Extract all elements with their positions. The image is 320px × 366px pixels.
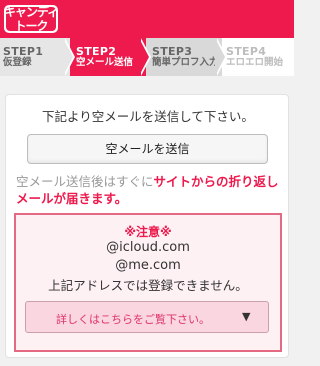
- step-4: STEP4 エロエロ開始: [222, 38, 294, 76]
- step-1-label: 仮登録: [3, 57, 32, 68]
- step-3: STEP3 簡単プロフ入力: [146, 38, 222, 76]
- step-2-current: STEP2 空メール送信: [70, 38, 146, 76]
- details-label: 詳しくはこちらをご覧下さい。: [56, 313, 210, 326]
- blocked-domain-icloud: @icloud.com: [106, 240, 190, 255]
- header-bar: キャンディ トーク: [0, 0, 294, 38]
- step-3-label: 簡単プロフ入力: [152, 57, 219, 68]
- warning-message: 上記アドレスでは登録できません。: [48, 278, 248, 293]
- step-1-number: STEP1: [3, 45, 44, 58]
- logo-line1: キャンディ: [3, 5, 59, 19]
- caret-down-icon: ▼: [242, 310, 251, 323]
- warning-title: ※注意※: [124, 225, 172, 239]
- site-logo[interactable]: キャンディ トーク: [3, 4, 59, 34]
- step-progress: STEP1 仮登録 STEP2 空メール送信 STEP3 簡単プロフ入力 STE…: [0, 38, 294, 76]
- reply-notice: 空メール送信後はすぐにサイトからの折り返しメールが届きます。: [16, 173, 282, 207]
- step-4-number: STEP4: [226, 45, 267, 58]
- step-2-label: 空メール送信: [76, 57, 134, 68]
- step-2-number: STEP2: [76, 45, 117, 58]
- send-empty-mail-button[interactable]: 空メールを送信: [27, 134, 268, 164]
- step-1: STEP1 仮登録: [0, 38, 72, 76]
- details-dropdown[interactable]: 詳しくはこちらをご覧下さい。 ▼: [25, 301, 269, 333]
- step-3-number: STEP3: [152, 45, 193, 58]
- instruction-text: 下記より空メールを送信して下さい。: [42, 109, 254, 124]
- main-card: 下記より空メールを送信して下さい。 空メールを送信 空メール送信後はすぐにサイト…: [5, 94, 289, 358]
- reply-notice-prefix: 空メール送信後はすぐに: [16, 174, 154, 189]
- step-4-label: エロエロ開始: [226, 57, 284, 68]
- warning-box: ※注意※ @icloud.com @me.com 上記アドレスでは登録できません…: [14, 213, 282, 352]
- logo-line2: トーク: [14, 19, 48, 33]
- step-1-arrow: [63, 38, 73, 76]
- blocked-domain-me: @me.com: [115, 258, 181, 273]
- step-2-arrow: [139, 38, 149, 76]
- logo-text: キャンディ トーク: [3, 4, 59, 34]
- step-3-arrow: [215, 38, 225, 76]
